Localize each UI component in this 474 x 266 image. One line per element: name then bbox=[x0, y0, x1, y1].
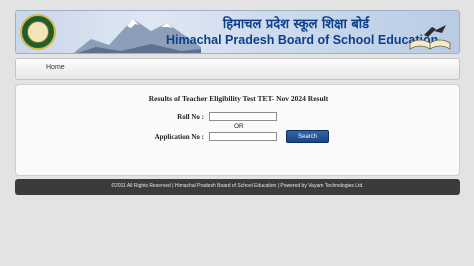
header-title-english: Himachal Pradesh Board of School Educati… bbox=[166, 33, 439, 47]
nav-home-link[interactable]: Home bbox=[46, 64, 65, 71]
header-title-hindi: हिमाचल प्रदेश स्कूल शिक्षा बोर्ड bbox=[222, 17, 370, 32]
application-no-label: Application No : bbox=[154, 133, 204, 141]
application-no-input[interactable] bbox=[209, 132, 277, 141]
footer-text: ©2011 All Rights Reserved | Himachal Pra… bbox=[111, 183, 364, 189]
open-book-icon bbox=[409, 25, 451, 50]
footer-bar: ©2011 All Rights Reserved | Himachal Pra… bbox=[15, 179, 460, 195]
roll-no-label: Roll No : bbox=[177, 113, 204, 121]
board-seal-icon bbox=[20, 14, 56, 50]
roll-no-input[interactable] bbox=[209, 112, 277, 121]
result-heading: Results of Teacher Eligibility Test TET-… bbox=[148, 94, 329, 103]
search-button[interactable]: Search bbox=[286, 130, 329, 143]
top-nav: Home bbox=[15, 58, 460, 80]
header-banner: हिमाचल प्रदेश स्कूल शिक्षा बोर्ड Himacha… bbox=[15, 10, 460, 54]
result-form-panel: Results of Teacher Eligibility Test TET-… bbox=[15, 84, 460, 176]
or-separator: OR bbox=[234, 123, 244, 130]
